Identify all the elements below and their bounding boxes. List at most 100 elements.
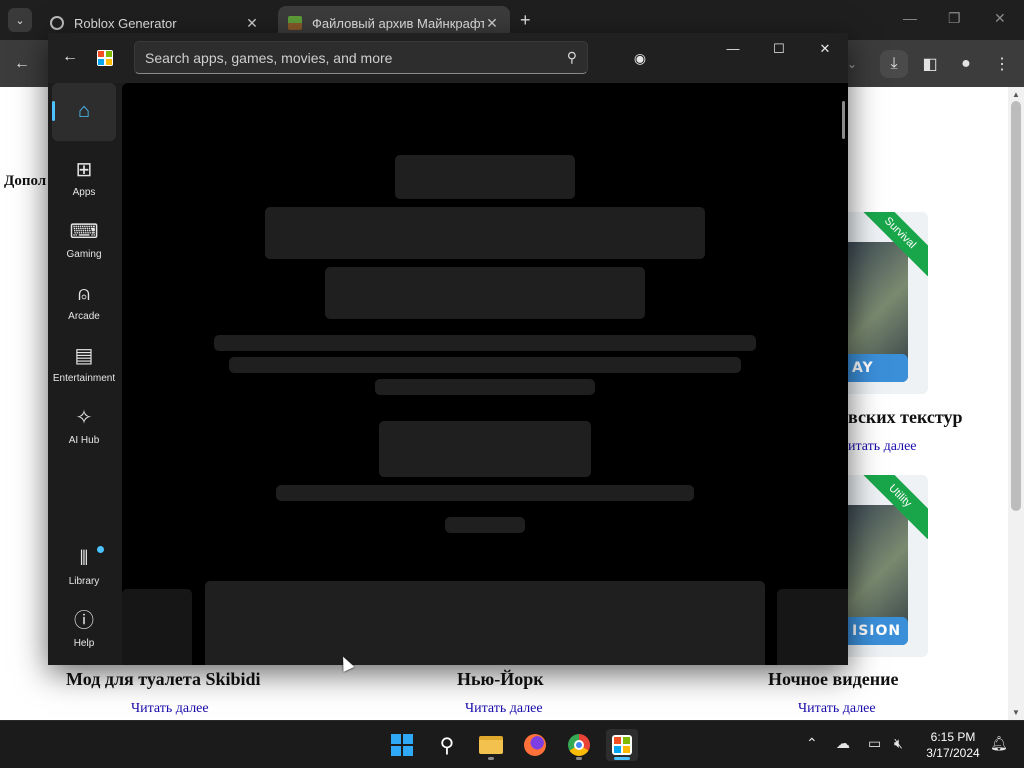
nav-item-ai-hub[interactable]: ✧ AI Hub — [52, 397, 116, 455]
store-search-input[interactable] — [145, 49, 567, 66]
joystick-icon: ⍝ — [78, 282, 90, 305]
store-content-loading — [122, 83, 848, 665]
clock-date: 3/17/2024 — [926, 746, 980, 760]
scroll-up-icon[interactable]: ▲ — [1012, 90, 1020, 99]
taskbar-clock[interactable]: 6:15 PM 3/17/2024 — [922, 729, 984, 761]
nav-item-entertainment[interactable]: ▤ Entertainment — [52, 335, 116, 393]
taskbar-microsoft-store[interactable] — [606, 729, 638, 761]
card-title-skibidi[interactable]: Мод для туалета Skibidi — [66, 669, 261, 690]
onedrive-cloud-icon[interactable]: ☁ — [836, 735, 850, 752]
skeleton-block — [325, 267, 645, 319]
nav-label: Help — [73, 637, 95, 649]
profile-icon[interactable]: ● — [952, 50, 980, 78]
minecraft-favicon-icon — [288, 16, 302, 30]
nav-item-gaming[interactable]: ⌨ Gaming — [52, 211, 116, 269]
nav-item-apps[interactable]: ⊞ Apps — [52, 149, 116, 207]
taskbar-file-explorer[interactable] — [475, 729, 507, 761]
firefox-icon — [524, 734, 546, 756]
read-more-link[interactable]: итать далее — [848, 439, 917, 455]
sparkle-icon: ✧ — [75, 406, 93, 429]
store-close-button[interactable]: ✕ — [805, 41, 845, 61]
thumbnail-banner: ISION — [848, 617, 908, 645]
taskbar-search-button[interactable]: ⚲ — [431, 729, 463, 761]
taskbar-chrome[interactable] — [563, 729, 595, 761]
apps-icon: ⊞ — [75, 158, 93, 181]
nav-label: Gaming — [66, 248, 102, 260]
tab-search-button[interactable]: ⌄ — [8, 8, 32, 32]
card-thumbnail-survival[interactable]: AY Survival — [848, 212, 928, 394]
nav-label: Library — [68, 575, 100, 587]
back-arrow-icon[interactable]: ← — [62, 48, 78, 66]
thumbnail-banner: AY — [848, 354, 908, 382]
nav-item-help[interactable]: ⓘ Help — [52, 600, 116, 658]
library-icon: ⫴ — [79, 547, 89, 570]
running-indicator — [576, 757, 582, 760]
back-arrow-icon[interactable]: ← — [8, 50, 36, 78]
read-more-link[interactable]: Читать далее — [798, 701, 876, 717]
tab-close-button[interactable]: ✕ — [244, 15, 260, 32]
side-panel-icon[interactable]: ◧ — [916, 50, 944, 78]
file-explorer-icon — [479, 736, 503, 754]
network-icon[interactable]: ▭ — [868, 735, 881, 752]
taskbar-firefox[interactable] — [519, 729, 551, 761]
card-title-new-york[interactable]: Нью-Йорк — [457, 669, 544, 690]
store-minimize-button[interactable]: — — [713, 41, 753, 61]
start-button[interactable] — [386, 729, 418, 761]
content-scrollbar[interactable] — [842, 101, 845, 139]
skeleton-line — [445, 517, 525, 533]
microsoft-store-window: ← ⚲ ◉ — ☐ ✕ ⌂ ⊞ Apps ⌨ Gaming ⍝ Arcade ▤ — [48, 33, 848, 665]
account-icon[interactable]: ◉ — [628, 46, 652, 70]
gamepad-icon: ⌨ — [69, 220, 99, 243]
download-icon[interactable]: ⤓ — [880, 50, 908, 78]
store-maximize-button[interactable]: ☐ — [759, 41, 799, 61]
browser-maximize-button[interactable]: ❐ — [948, 10, 961, 27]
search-icon[interactable]: ⚲ — [567, 49, 577, 66]
store-logo-icon — [97, 50, 113, 66]
nav-item-arcade[interactable]: ⍝ Arcade — [52, 273, 116, 331]
skeleton-card — [205, 581, 765, 665]
skeleton-card — [122, 589, 192, 665]
scroll-down-icon[interactable]: ▼ — [1012, 708, 1020, 717]
running-indicator — [488, 757, 494, 760]
skeleton-line — [375, 379, 595, 395]
tab-close-button[interactable]: ✕ — [484, 15, 500, 32]
notification-bell-icon[interactable]: 🔔︎ — [990, 735, 1008, 752]
home-icon: ⌂ — [77, 100, 91, 122]
read-more-link[interactable]: Читать далее — [465, 701, 543, 717]
card-title-night-vision[interactable]: Ночное видение — [768, 669, 898, 690]
store-sidebar: ⌂ ⊞ Apps ⌨ Gaming ⍝ Arcade ▤ Entertainme… — [48, 83, 120, 665]
tray-overflow-chevron-icon[interactable]: ⌃ — [806, 735, 818, 752]
windows-start-icon — [391, 734, 413, 756]
clapperboard-icon: ▤ — [74, 344, 94, 367]
card-thumbnail-utility[interactable]: ISION Utility — [848, 475, 928, 657]
card-title-partial[interactable]: вских текстур — [848, 407, 963, 428]
skeleton-line — [229, 357, 741, 373]
more-menu-icon[interactable]: ⋮ — [988, 50, 1016, 78]
nav-item-library[interactable]: ⫴ Library — [52, 538, 116, 596]
skeleton-card — [777, 589, 848, 665]
browser-close-button[interactable]: ✕ — [994, 10, 1006, 27]
skeleton-line — [276, 485, 694, 501]
store-search-box[interactable]: ⚲ — [134, 41, 588, 74]
nav-label: Apps — [72, 186, 96, 198]
scrollbar-thumb[interactable] — [1011, 101, 1021, 511]
skeleton-block — [395, 155, 575, 199]
notification-dot — [97, 546, 104, 553]
nav-label: Entertainment — [52, 372, 116, 384]
new-tab-button[interactable]: + — [520, 10, 531, 31]
nav-item-home[interactable]: ⌂ — [52, 83, 116, 141]
skeleton-line — [214, 335, 756, 351]
globe-icon — [50, 16, 64, 30]
browser-minimize-button[interactable]: — — [903, 10, 917, 26]
skeleton-button — [379, 421, 591, 477]
section-label: Допол — [4, 173, 47, 189]
read-more-link[interactable]: Читать далее — [131, 701, 209, 717]
active-indicator — [614, 757, 630, 760]
search-icon: ⚲ — [439, 734, 455, 757]
chrome-icon — [568, 734, 590, 756]
page-scrollbar[interactable]: ▲ ▼ — [1008, 87, 1024, 720]
skeleton-block — [265, 207, 705, 259]
nav-label: AI Hub — [68, 434, 100, 446]
volume-muted-icon[interactable]: 🔇︎ — [894, 735, 903, 752]
nav-label: Arcade — [68, 310, 100, 322]
